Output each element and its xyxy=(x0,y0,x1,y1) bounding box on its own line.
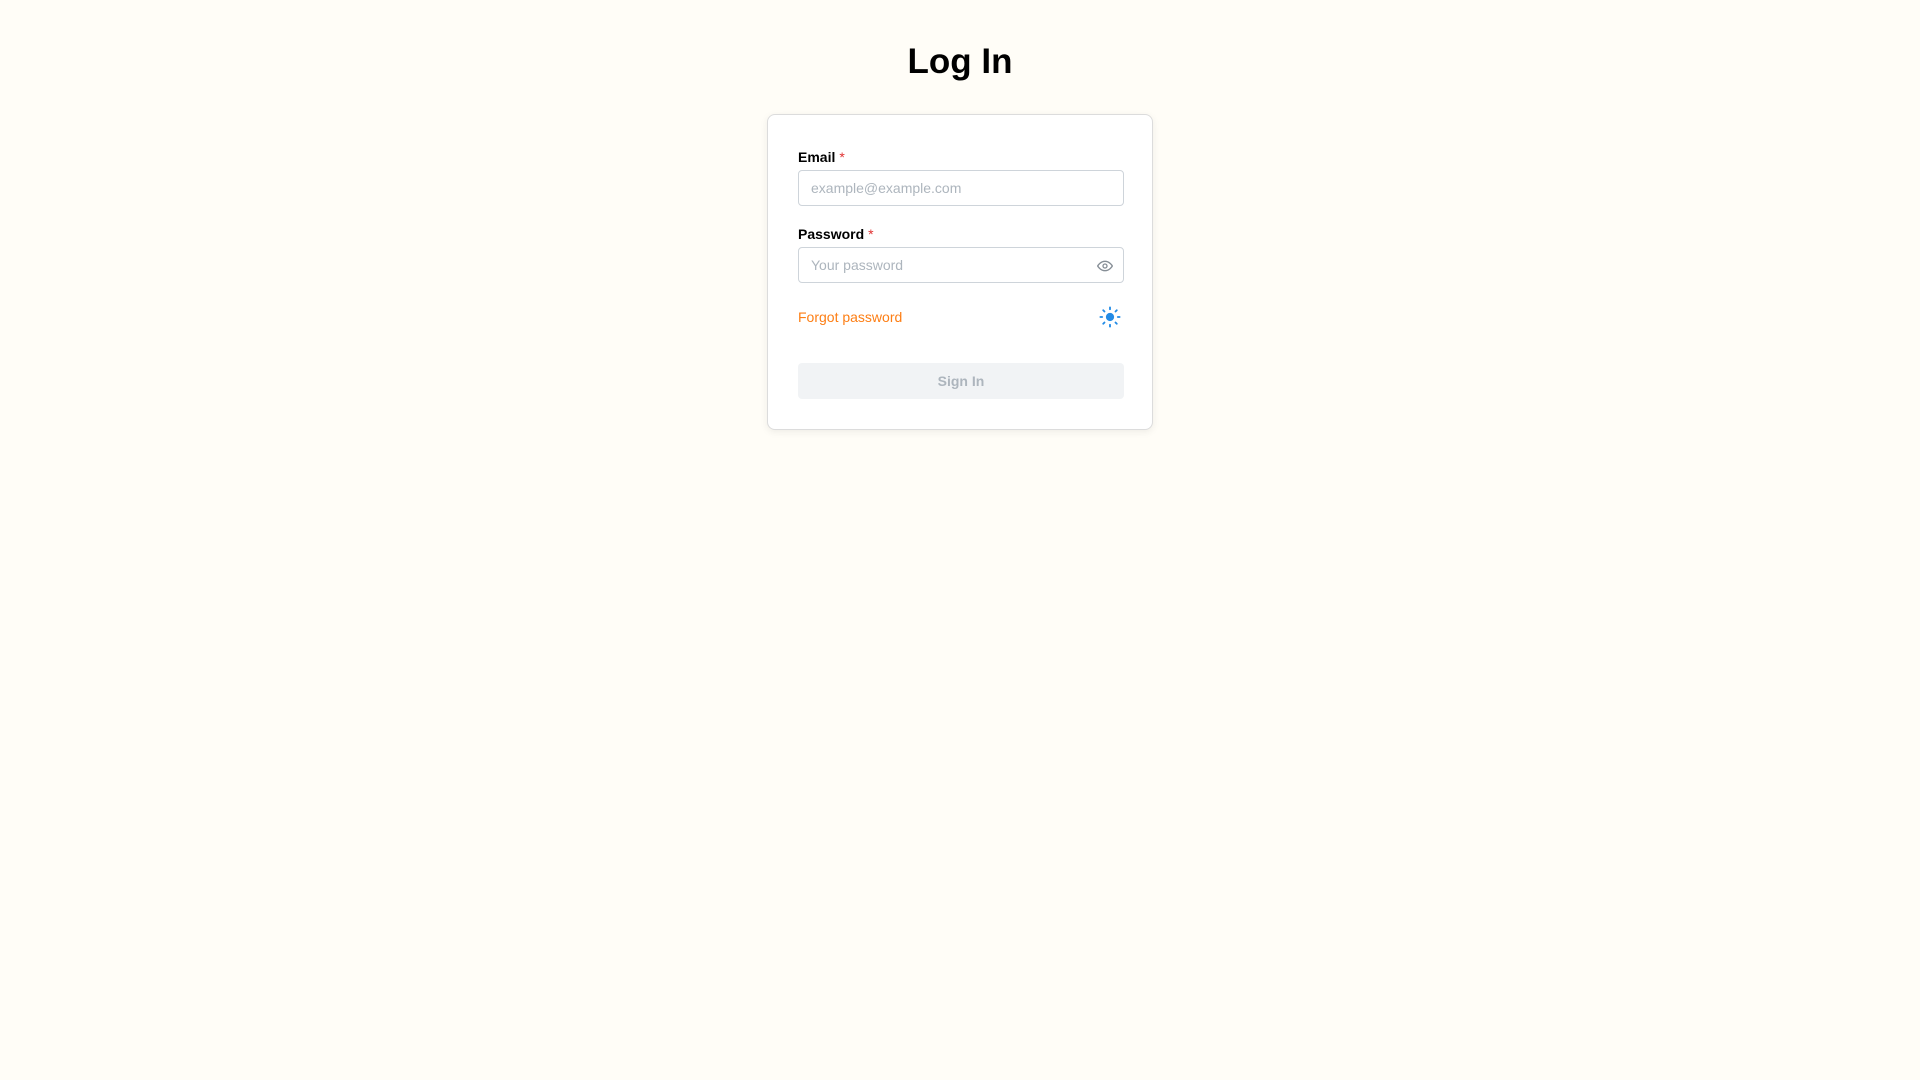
login-page: Log In Email* Password* Forgot password xyxy=(0,0,1920,1080)
email-label-text: Email xyxy=(798,149,836,165)
password-field-wrapper xyxy=(798,247,1124,283)
email-field-wrapper xyxy=(798,170,1124,206)
email-field[interactable] xyxy=(811,180,1111,196)
email-label: Email * xyxy=(798,148,845,166)
password-required-mark: * xyxy=(868,226,874,242)
password-label: Password * xyxy=(798,225,874,243)
page-title: Log In xyxy=(907,42,1013,81)
eye-icon xyxy=(1097,260,1113,272)
theme-toggle-button[interactable] xyxy=(1098,305,1122,329)
forgot-password-link[interactable]: Forgot password xyxy=(798,308,902,326)
sun-icon xyxy=(1099,306,1121,328)
password-field[interactable] xyxy=(811,257,1111,273)
email-required-mark: * xyxy=(839,149,845,165)
password-visibility-toggle[interactable] xyxy=(1095,256,1115,276)
sign-in-button[interactable]: Sign In xyxy=(798,363,1124,399)
login-card: Email* Password* Forgot password xyxy=(767,114,1153,430)
password-label-text: Password xyxy=(798,226,865,242)
